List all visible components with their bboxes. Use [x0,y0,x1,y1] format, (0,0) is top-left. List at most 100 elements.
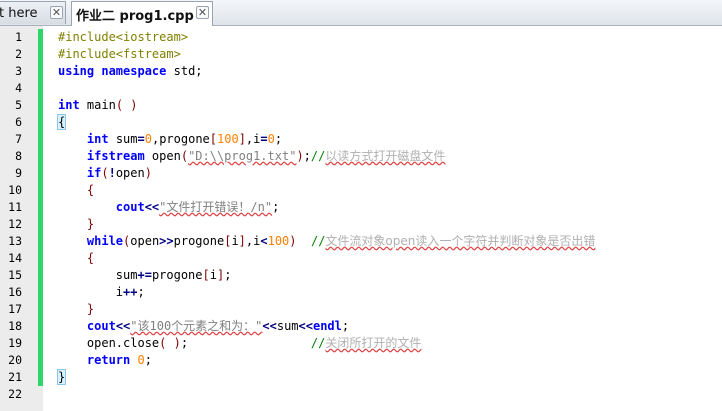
code-line[interactable]: using namespace std; [43,63,722,80]
code-token: = [137,132,145,146]
code-line[interactable]: int main( ) [43,97,722,114]
code-line[interactable]: cout<<"文件打开错误！/n"; [43,199,722,216]
code-line[interactable]: while(open>>progone[i],i<100) //文件流对象ope… [43,233,722,250]
line-number: 6 [15,115,22,129]
code-text: } [58,216,94,233]
line-number: 18 [8,319,22,333]
code-token: ifstream [86,149,145,163]
code-token: ; [272,200,280,214]
code-line[interactable] [43,80,722,97]
code-text: using namespace std; [58,63,203,80]
code-line[interactable]: #include<fstream> [43,46,722,63]
code-token: open [115,166,145,180]
code-token: } [56,369,67,385]
code-line[interactable]: sum+=progone[i]; [43,267,722,284]
code-token: ( ) [115,98,138,112]
code-text: cout<<"文件打开错误！/n"; [58,199,280,216]
close-tab-icon[interactable]: ✕ [196,6,209,19]
code-token: i [209,268,217,282]
code-token: return [86,353,131,367]
code-token: "D:\\prog1.txt" [188,149,297,163]
code-text: open.close( ); //关闭所打开的文件 [58,335,421,352]
code-text: return 0; [58,352,152,369]
code-line[interactable]: } [43,301,722,318]
code-token: << [115,319,131,333]
code-token: sum [58,268,138,282]
code-text: while(open>>progone[i],i<100) //文件流对象ope… [58,233,595,250]
code-token: ,progone [151,132,210,146]
line-number: 8 [15,149,22,163]
code-line[interactable]: return 0; [43,352,722,369]
code-line[interactable]: ifstream open("D:\\prog1.txt");//以读方式打开磁… [43,148,722,165]
code-line[interactable] [43,386,722,403]
line-number: 15 [8,268,22,282]
close-tab-icon[interactable]: ✕ [50,6,63,19]
code-token: ; [274,132,283,146]
code-token: cout [86,319,116,333]
code-text: int sum=0,progone[100],i=0; [58,131,282,148]
code-token: // [310,336,326,350]
code-token: ; [144,353,152,367]
code-token: } [86,217,95,231]
tab-prog1-cpp[interactable]: 作业二 prog1.cpp ✕ [71,1,213,26]
code-token: "该100个元素之和为：" [130,319,263,333]
code-line[interactable]: } [43,216,722,233]
code-line[interactable]: int sum=0,progone[100],i=0; [43,131,722,148]
tab-label: t here [0,5,38,21]
code-token: namespace [101,64,167,78]
code-token: ) [296,149,304,163]
code-line[interactable]: { [43,182,722,199]
code-line[interactable]: if(!open) [43,165,722,182]
code-token: 100 [267,234,290,248]
code-token: ( [101,166,109,180]
code-editor[interactable]: #include<iostream> #include<fstream> using… [43,26,722,411]
code-token: while [86,234,124,248]
code-token: main [79,98,116,112]
code-line[interactable]: open.close( ); //关闭所打开的文件 [43,335,722,352]
code-line[interactable]: cout<<"该100个元素之和为："<<sum<<endl; [43,318,722,335]
code-token: open [144,149,181,163]
code-token: ++ [123,285,138,299]
code-text: cout<<"该100个元素之和为："<<sum<<endl; [58,318,349,335]
code-token: // [310,234,326,248]
code-text: { [56,114,67,131]
code-token: ( ) [159,336,181,350]
tab-other-file[interactable]: t here ✕ [0,1,66,24]
code-token: << [262,319,277,333]
line-number: 10 [8,183,22,197]
line-number: 22 [8,387,22,401]
code-line[interactable]: { [43,250,722,267]
code-line[interactable]: } [43,369,722,386]
code-text: { [58,182,94,199]
line-number: 21 [8,370,22,384]
code-token: ] [238,234,246,248]
code-text: #include<fstream> [58,46,181,63]
code-token: < [260,234,268,248]
code-token: 0 [137,353,145,367]
code-text: } [58,301,94,318]
tab-label: 作业二 prog1.cpp [76,8,194,24]
code-token: "文件打开错误！/n" [159,200,273,214]
code-line[interactable]: i++; [43,284,722,301]
code-token: ) [144,166,152,180]
line-number: 7 [15,132,22,146]
code-token: #include<fstream> [58,47,181,61]
code-token: 以读方式打开磁盘文件 [325,149,446,163]
code-text: } [56,369,67,386]
code-token: ; [180,336,189,350]
code-token: // [310,149,326,163]
line-number: 5 [15,98,22,112]
code-line[interactable]: { [43,114,722,131]
line-number: 1 [15,30,22,44]
code-line[interactable]: #include<iostream> [43,29,722,46]
code-token: << [144,200,160,214]
